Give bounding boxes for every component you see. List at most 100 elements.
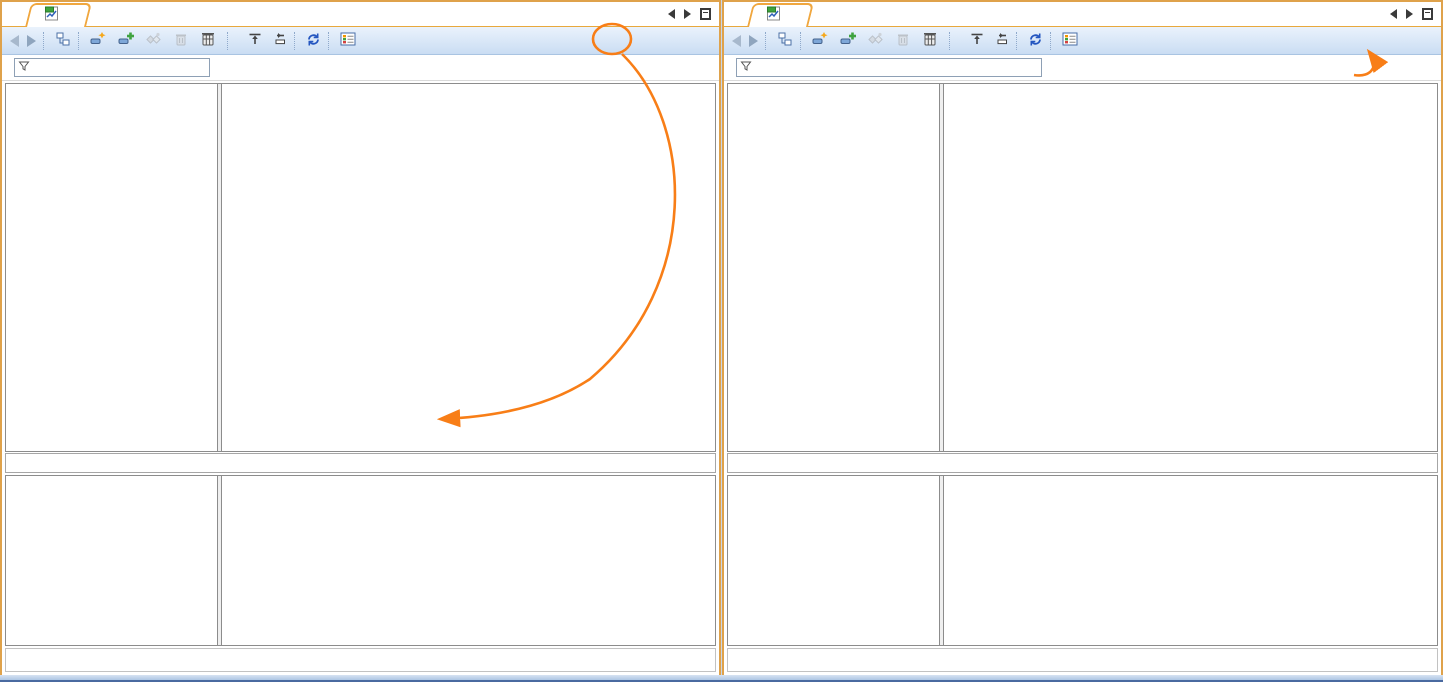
- capability-gantt-chart: [222, 84, 715, 451]
- toolbar-separator: [328, 32, 333, 50]
- trash-icon: [174, 32, 188, 50]
- provision-gantt: [727, 475, 1438, 646]
- legend-button[interactable]: [1058, 30, 1086, 51]
- tabs-scroll-left-icon[interactable]: [1390, 9, 1397, 19]
- tabs-scroll-right-icon[interactable]: [1406, 9, 1413, 19]
- tab-strategic-phasing[interactable]: [28, 3, 89, 27]
- capability-gantt: [727, 83, 1438, 452]
- provision-list: [6, 476, 218, 645]
- toolbar-separator: [949, 32, 954, 50]
- capability-list: [6, 84, 218, 451]
- remove-from-chart-button[interactable]: [196, 29, 224, 52]
- filter-input[interactable]: [736, 58, 1042, 77]
- filter-input[interactable]: [14, 58, 210, 77]
- tabs-scroll-right-icon[interactable]: [684, 9, 691, 19]
- forward-icon: [749, 35, 758, 47]
- toolbar: [724, 27, 1441, 55]
- keep-default-position-icon: [247, 31, 263, 50]
- toolbar-separator: [294, 32, 299, 50]
- gantt-chart-tab-icon: [766, 5, 781, 26]
- add-new-button[interactable]: [86, 29, 114, 52]
- toolbar-separator: [765, 32, 770, 50]
- structure-icon: [777, 31, 793, 50]
- back-icon: [10, 35, 19, 47]
- toolbar-separator: [78, 32, 83, 50]
- panel-right: [722, 0, 1443, 677]
- provision-gantt: [5, 475, 716, 646]
- remove-from-chart-icon: [200, 31, 216, 50]
- show-structure-button[interactable]: [773, 29, 797, 52]
- move-bar-left-button[interactable]: [267, 29, 291, 52]
- filter-row: [2, 55, 719, 81]
- display-all-icon: [146, 31, 162, 50]
- legend-button[interactable]: [336, 30, 364, 51]
- move-bar-left-button[interactable]: [989, 29, 1013, 52]
- tab-bar: [2, 2, 719, 27]
- move-bar-left-icon: [271, 31, 287, 50]
- add-existing-icon: [840, 31, 856, 50]
- back-button[interactable]: [6, 33, 23, 49]
- application-window: [0, 0, 1443, 682]
- panel-left: [0, 0, 721, 677]
- refresh-icon: [306, 32, 321, 50]
- refresh-button[interactable]: [1024, 30, 1047, 52]
- toolbar-separator: [1050, 32, 1055, 50]
- delete-button[interactable]: [892, 30, 918, 52]
- provision-gantt-chart: [222, 476, 715, 645]
- toolbar-separator: [43, 32, 48, 50]
- display-all-icon: [868, 31, 884, 50]
- forward-icon: [27, 35, 36, 47]
- toolbar: [2, 27, 719, 55]
- tab-navigation: [1390, 8, 1433, 20]
- forward-button[interactable]: [23, 33, 40, 49]
- remove-from-chart-button[interactable]: [918, 29, 946, 52]
- add-existing-button[interactable]: [836, 29, 864, 52]
- toolbar-separator: [227, 32, 232, 50]
- toolbar-separator: [1016, 32, 1021, 50]
- trash-icon: [896, 32, 910, 50]
- keep-default-position-icon: [969, 31, 985, 50]
- back-icon: [732, 35, 741, 47]
- description-footer: [727, 648, 1438, 672]
- description-footer: [5, 648, 716, 672]
- display-all-button[interactable]: [864, 29, 892, 52]
- delete-button[interactable]: [170, 30, 196, 52]
- refresh-icon: [1028, 32, 1043, 50]
- gantt-chart-tab-icon: [44, 5, 59, 26]
- keep-default-position-button[interactable]: [965, 29, 989, 52]
- toolbar-separator: [800, 32, 805, 50]
- show-structure-button[interactable]: [51, 29, 75, 52]
- legend-icon: [340, 32, 356, 49]
- remove-from-chart-icon: [922, 31, 938, 50]
- add-existing-button[interactable]: [114, 29, 142, 52]
- structure-icon: [55, 31, 71, 50]
- provision-gantt-chart: [944, 476, 1437, 645]
- bar-actions-dropdown[interactable]: [957, 39, 965, 43]
- move-bar-left-icon: [993, 31, 1009, 50]
- keep-default-position-button[interactable]: [243, 29, 267, 52]
- add-new-icon: [90, 31, 106, 50]
- legend-icon: [1062, 32, 1078, 49]
- add-existing-icon: [118, 31, 134, 50]
- filter-row: [724, 55, 1441, 81]
- status-bar: [727, 453, 1438, 473]
- add-new-button[interactable]: [808, 29, 836, 52]
- bar-actions-dropdown[interactable]: [235, 39, 243, 43]
- tabs-list-icon[interactable]: [700, 8, 711, 20]
- tabs-scroll-left-icon[interactable]: [668, 9, 675, 19]
- filter-funnel-icon: [740, 60, 752, 75]
- status-bar: [5, 453, 716, 473]
- tabs-list-icon[interactable]: [1422, 8, 1433, 20]
- capability-list: [728, 84, 940, 451]
- forward-button[interactable]: [745, 33, 762, 49]
- filter-funnel-icon: [18, 60, 30, 75]
- capability-gantt: [5, 83, 716, 452]
- capability-gantt-chart: [944, 84, 1437, 451]
- back-button[interactable]: [728, 33, 745, 49]
- tab-navigation: [668, 8, 711, 20]
- refresh-button[interactable]: [302, 30, 325, 52]
- display-all-button[interactable]: [142, 29, 170, 52]
- tab-strategic-phasing[interactable]: [750, 3, 811, 27]
- tab-bar: [724, 2, 1441, 27]
- add-new-icon: [812, 31, 828, 50]
